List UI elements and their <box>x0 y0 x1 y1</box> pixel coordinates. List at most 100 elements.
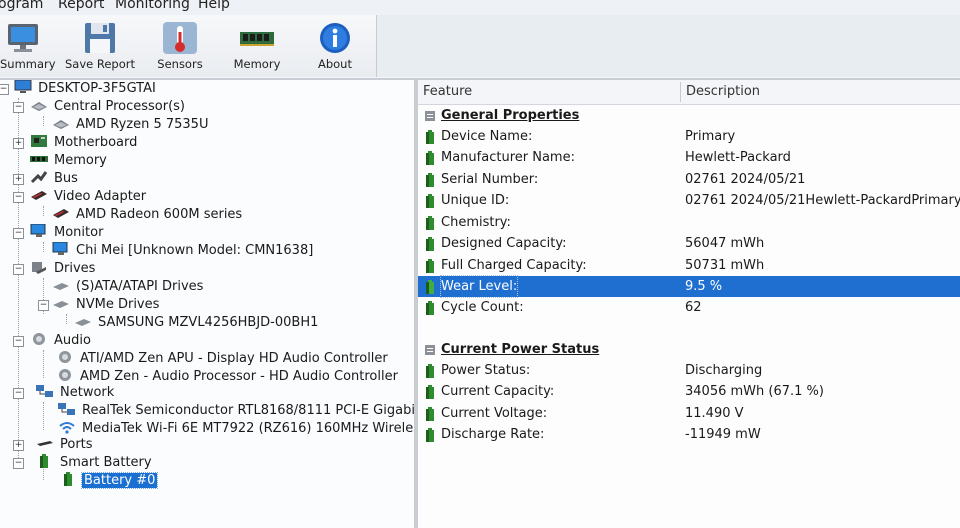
property-row[interactable]: Cycle Count: 62 <box>418 297 960 318</box>
tree-item-label: Video Adapter <box>54 189 147 204</box>
property-row[interactable]: Current Voltage: 11.490 V <box>418 403 960 424</box>
property-name: Chemistry: <box>441 215 511 230</box>
property-row[interactable]: Manufacturer Name: Hewlett-Packard <box>418 147 960 168</box>
battery-icon <box>64 472 72 486</box>
property-name: Unique ID: <box>441 193 510 208</box>
tree-item-smart-battery[interactable]: − Smart Battery <box>13 454 154 472</box>
cpu-chip-icon <box>53 120 69 129</box>
collapse-toggle[interactable]: − <box>13 228 24 239</box>
tree-item-network[interactable]: − Network <box>13 384 116 402</box>
property-row[interactable]: Power Status: Discharging <box>418 360 960 381</box>
property-row[interactable]: Unique ID: 02761 2024/05/21Hewlett-Packa… <box>418 190 960 211</box>
tree-item-nvme-disk[interactable]: SAMSUNG MZVL4256HBJD-00BH1 <box>74 314 320 332</box>
property-row[interactable]: Designed Capacity: 56047 mWh <box>418 233 960 254</box>
tree-item-motherboard[interactable]: + Motherboard <box>13 134 139 152</box>
tree-item-label: ATI/AMD Zen APU - Display HD Audio Contr… <box>80 351 388 366</box>
collapse-toggle[interactable]: − <box>0 84 9 95</box>
expand-toggle[interactable]: + <box>13 138 24 149</box>
property-row[interactable]: Device Name: Primary <box>418 126 960 147</box>
collapse-toggle[interactable]: − <box>13 388 24 399</box>
expand-toggle[interactable]: + <box>13 174 24 185</box>
collapse-toggle[interactable]: − <box>13 336 24 347</box>
tree-item-label: (S)ATA/ATAPI Drives <box>76 279 204 294</box>
menu-monitoring[interactable]: Monitoring <box>115 0 190 12</box>
tree-item-nvme-drives[interactable]: − NVMe Drives <box>38 296 161 314</box>
tree-item-cpu[interactable]: AMD Ryzen 5 7535U <box>52 116 210 134</box>
menu-report[interactable]: Report <box>58 0 104 12</box>
gpu-card-icon <box>53 209 69 218</box>
summary-button[interactable]: Summary <box>0 15 56 71</box>
info-icon <box>320 23 350 53</box>
wifi-icon <box>59 422 75 434</box>
menu-program[interactable]: ogram <box>0 0 43 12</box>
drive-icon <box>75 319 91 326</box>
tree-item-memory[interactable]: Memory <box>30 152 109 170</box>
tree-item-monitor[interactable]: − Monitor <box>13 224 105 242</box>
gpu-card-icon <box>31 191 47 200</box>
collapse-toggle[interactable]: − <box>38 300 49 311</box>
tree-item-gpu[interactable]: AMD Radeon 600M series <box>52 206 244 224</box>
column-description[interactable]: Description <box>686 84 760 99</box>
tree-item-label: MediaTek Wi-Fi 6E MT7922 (RZ616) 160MHz … <box>82 421 414 436</box>
monitor-icon <box>30 224 46 237</box>
tree-item-label: SAMSUNG MZVL4256HBJD-00BH1 <box>98 315 319 330</box>
tree-item-central-processors[interactable]: − Central Processor(s) <box>13 98 187 116</box>
menu-help[interactable]: Help <box>198 0 230 12</box>
column-feature[interactable]: Feature <box>423 84 472 99</box>
save-report-button[interactable]: Save Report <box>64 15 136 71</box>
tree-item-sata-drives[interactable]: (S)ATA/ATAPI Drives <box>52 278 205 296</box>
tree-item-drives[interactable]: − Drives <box>13 260 97 278</box>
tree-item-label: Ports <box>60 437 93 452</box>
drive-icon <box>53 283 69 290</box>
motherboard-icon <box>31 135 47 147</box>
tree-item-label: AMD Zen - Audio Processor - HD Audio Con… <box>80 369 398 384</box>
collapse-toggle[interactable]: − <box>13 192 24 203</box>
tree-item-wifi[interactable]: MediaTek Wi-Fi 6E MT7922 (RZ616) 160MHz … <box>58 420 414 438</box>
speaker-icon <box>59 369 71 381</box>
tree-line <box>43 402 44 430</box>
property-name: Power Status: <box>441 363 531 378</box>
tree-item-audio-controller-1[interactable]: ATI/AMD Zen APU - Display HD Audio Contr… <box>56 350 390 368</box>
collapse-toggle[interactable]: − <box>13 264 24 275</box>
sensors-button[interactable]: Sensors <box>152 15 208 71</box>
about-button[interactable]: About <box>308 15 362 71</box>
column-resize-handle[interactable] <box>680 82 681 102</box>
collapse-toggle[interactable]: − <box>13 102 24 113</box>
tree-item-battery-0[interactable]: Battery #0 <box>60 472 159 490</box>
memory-button[interactable]: Memory <box>228 15 286 71</box>
property-row[interactable]: Current Capacity: 34056 mWh (67.1 %) <box>418 381 960 402</box>
section-current-power-status: Current Power Status <box>418 339 960 360</box>
property-row[interactable]: Chemistry: <box>418 212 960 233</box>
expand-toggle[interactable]: + <box>13 440 24 451</box>
device-tree[interactable]: − DESKTOP-3F5GTAI − Central Processor(s)… <box>0 80 414 528</box>
property-row[interactable]: Discharge Rate: -11949 mW <box>418 424 960 445</box>
section-header-icon <box>425 345 435 355</box>
section-general-properties: General Properties <box>418 105 960 126</box>
property-row[interactable]: Serial Number: 02761 2024/05/21 <box>418 169 960 190</box>
tree-item-video-adapter[interactable]: − Video Adapter <box>13 188 148 206</box>
memory-label: Memory <box>233 57 281 71</box>
tree-item-label: Audio <box>54 333 91 348</box>
tree-root[interactable]: − DESKTOP-3F5GTAI <box>0 80 158 98</box>
property-row[interactable]: Full Charged Capacity: 50731 mWh <box>418 255 960 276</box>
tree-item-ethernet[interactable]: RealTek Semiconductor RTL8168/8111 PCI-E… <box>58 402 414 420</box>
tree-item-label: AMD Radeon 600M series <box>76 207 243 222</box>
tree-item-bus[interactable]: + Bus <box>13 170 80 188</box>
property-name: Manufacturer Name: <box>441 150 575 165</box>
tree-item-label: Chi Mei [Unknown Model: CMN1638] <box>76 243 314 258</box>
toolbar-empty-area <box>377 15 960 77</box>
tree-item-audio[interactable]: − Audio <box>13 332 93 350</box>
property-row-selected[interactable]: Wear Level: 9.5 % <box>418 275 960 298</box>
battery-icon <box>426 385 434 399</box>
battery-icon <box>426 216 434 230</box>
property-name: Serial Number: <box>441 172 539 187</box>
about-label: About <box>317 57 352 71</box>
collapse-toggle[interactable]: − <box>13 458 24 469</box>
tree-line <box>43 116 44 126</box>
tree-item-display[interactable]: Chi Mei [Unknown Model: CMN1638] <box>52 242 315 260</box>
property-value: Discharging <box>685 363 763 378</box>
drive-icon <box>32 262 46 274</box>
tree-item-ports[interactable]: + Ports <box>13 436 95 454</box>
summary-label: Summary <box>0 57 56 71</box>
save-report-label: Save Report <box>64 57 135 71</box>
